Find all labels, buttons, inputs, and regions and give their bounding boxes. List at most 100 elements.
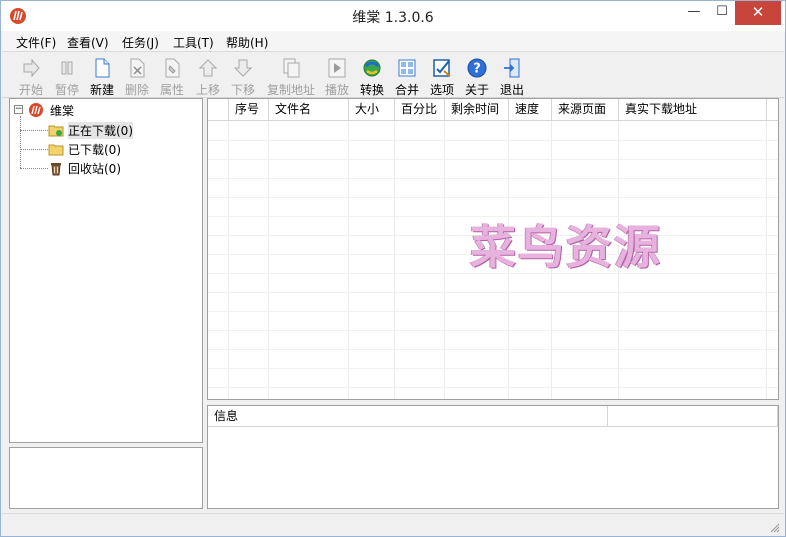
detail-pane [9,447,203,509]
copy-address-label: 复制地址 [267,83,316,97]
column-header-index[interactable]: 序号 [229,99,269,121]
grid-column [269,121,349,399]
column-header-speed[interactable]: 速度 [509,99,552,121]
folder-icon [48,144,64,156]
about-icon: ? [467,58,487,78]
title-bar[interactable]: 维棠 1.3.0.6 — ☐ ✕ [1,1,785,31]
column-header-remaining-time[interactable]: 剩余时间 [445,99,509,121]
menu-view[interactable]: 查看(V) [67,34,109,51]
tree-item-downloading-label: 正在下载(0) [68,122,133,139]
category-tree[interactable]: − 维棠 正在下载(0) 已下载(0) 回收站(0) [9,98,203,443]
play-media-icon [328,58,346,78]
grid-column [229,121,269,399]
start-label: 开始 [18,83,43,97]
pause-button[interactable]: 暂停 [54,55,80,97]
start-button[interactable]: 开始 [18,55,44,97]
menu-file[interactable]: 文件(F) [16,34,56,51]
window-title: 维棠 1.3.0.6 [352,10,434,26]
tree-item-downloading[interactable]: 正在下载(0) [48,121,198,139]
exit-button[interactable]: 退出 [499,55,525,97]
new-label: 新建 [89,83,114,97]
new-document-icon [95,58,110,78]
resize-grip-icon[interactable] [768,521,780,533]
grid-line [208,387,778,388]
grid-line [208,311,778,312]
menu-tools[interactable]: 工具(T) [173,34,214,51]
column-header-size[interactable]: 大小 [349,99,395,121]
grid-line [208,197,778,198]
watermark-text: 菜鸟资源 [470,220,662,274]
move-up-button[interactable]: 上移 [195,55,221,97]
maximize-button[interactable]: ☐ [707,1,737,25]
menu-bar: 文件(F) 查看(V) 任务(J) 工具(T) 帮助(H) [2,31,784,52]
task-list-header: 序号 文件名 大小 百分比 剩余时间 速度 来源页面 真实下载地址 [208,99,778,121]
pause-label: 暂停 [54,83,79,97]
move-up-icon [198,59,218,77]
properties-label: 属性 [159,83,184,97]
exit-icon [504,58,520,78]
play-label: 播放 [324,83,349,97]
options-label: 选项 [429,83,454,97]
close-button[interactable]: ✕ [735,1,781,25]
delete-button[interactable]: 删除 [124,55,150,97]
grid-column [208,121,229,399]
tree-connector [20,149,48,150]
tree-item-recycle-bin[interactable]: 回收站(0) [48,159,198,177]
grid-column [349,121,395,399]
column-header-filename[interactable]: 文件名 [269,99,349,121]
status-bar [2,513,784,536]
about-button[interactable]: ? 关于 [464,55,490,97]
move-down-label: 下移 [230,83,255,97]
convert-icon [363,59,381,77]
move-down-icon [233,59,253,77]
merge-icon [398,59,416,77]
convert-button[interactable]: 转换 [359,55,385,97]
info-column-header[interactable]: 信息 [208,406,608,427]
minimize-button[interactable]: — [679,1,709,25]
column-header-real-url[interactable]: 真实下载地址 [619,99,767,121]
svg-text:?: ? [473,62,481,77]
tree-connector [20,116,21,168]
move-up-label: 上移 [195,83,220,97]
info-column-header-2[interactable] [608,406,778,427]
tree-connector [20,130,48,131]
tree-item-downloaded-label: 已下载(0) [68,143,121,157]
tree-item-downloaded[interactable]: 已下载(0) [48,140,198,158]
grid-line [208,292,778,293]
grid-column [395,121,445,399]
new-button[interactable]: 新建 [89,55,115,97]
move-down-button[interactable]: 下移 [230,55,256,97]
copy-address-icon [283,58,300,78]
menu-help[interactable]: 帮助(H) [226,34,268,51]
grid-line [208,159,778,160]
tree-root[interactable]: − 维棠 [10,101,130,119]
properties-button[interactable]: 属性 [159,55,185,97]
collapse-toggle[interactable]: − [14,105,23,114]
options-button[interactable]: 选项 [429,55,455,97]
app-window: 维棠 1.3.0.6 — ☐ ✕ 文件(F) 查看(V) 任务(J) 工具(T)… [0,0,786,537]
play-button[interactable]: 播放 [324,55,350,97]
column-header-icon[interactable] [208,99,229,121]
delete-label: 删除 [124,83,149,97]
tree-connector [20,168,48,169]
grid-line [208,178,778,179]
grid-line [208,349,778,350]
copy-address-button[interactable]: 复制地址 [267,55,315,97]
exit-label: 退出 [499,83,524,97]
toolbar: 开始 暂停 新建 删除 属性 上移 下移 复制地址 播放 转换 合并 选项 ? … [2,53,784,98]
menu-task[interactable]: 任务(J) [122,34,159,51]
options-icon [433,59,451,77]
column-header-source-page[interactable]: 来源页面 [552,99,619,121]
grid-line [208,330,778,331]
delete-icon [130,58,145,78]
task-list[interactable]: 序号 文件名 大小 百分比 剩余时间 速度 来源页面 真实下载地址 菜鸟资源 [207,98,779,400]
merge-button[interactable]: 合并 [394,55,420,97]
convert-label: 转换 [359,83,384,97]
tree-item-recycle-bin-label: 回收站(0) [68,162,121,176]
pause-icon [61,61,73,75]
tree-root-label: 维棠 [50,104,75,118]
grid-line [208,368,778,369]
info-panel-header: 信息 [208,406,778,427]
column-header-percent[interactable]: 百分比 [395,99,445,121]
app-logo-icon [29,103,43,117]
